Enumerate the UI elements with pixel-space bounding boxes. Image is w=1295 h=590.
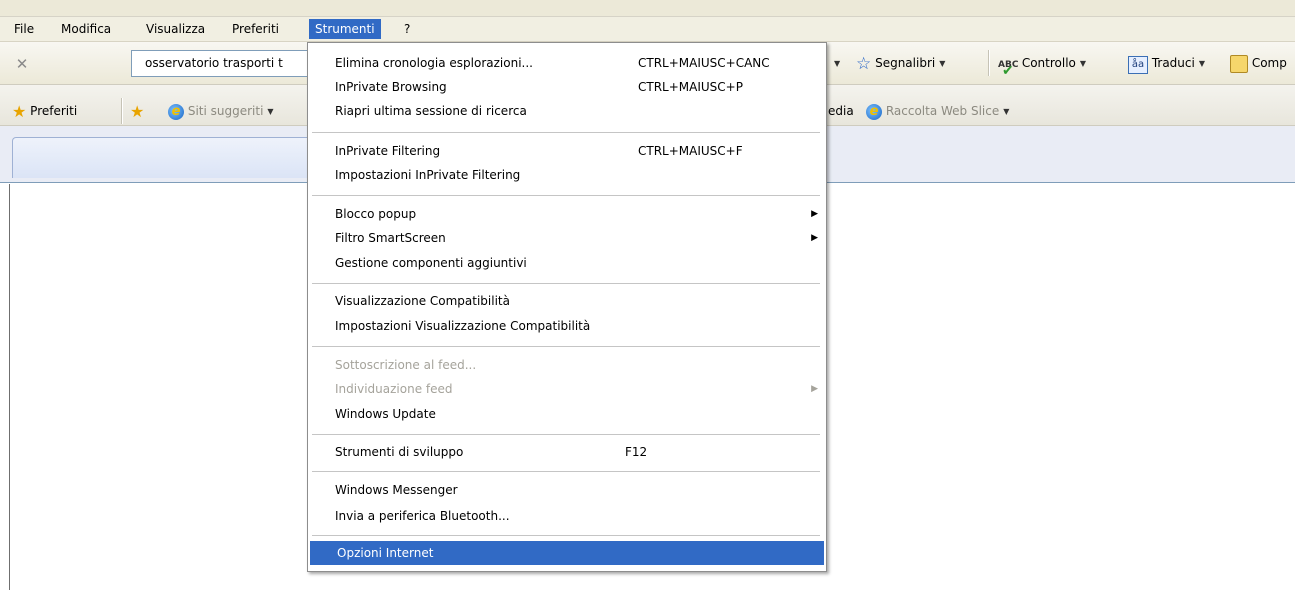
toolbar-separator	[988, 50, 990, 76]
content-left-border	[9, 184, 10, 590]
menu-separator	[312, 535, 820, 536]
menu-modifica[interactable]: Modifica	[55, 19, 117, 39]
menu-item-subscribe-feed: Sottoscrizione al feed...	[335, 358, 477, 372]
menu-item-delete-history[interactable]: Elimina cronologia esplorazioni... CTRL+…	[308, 51, 826, 75]
ie-logo-icon: e	[866, 104, 882, 120]
star-icon: ★	[12, 101, 27, 121]
submenu-arrow-icon: ▶	[811, 209, 818, 219]
suggested-sites-label: Siti suggeriti	[187, 104, 264, 118]
spellcheck-button[interactable]: ABC ✔ Controllo ▼	[998, 52, 1086, 79]
partial-favorite-label: edia	[828, 104, 854, 118]
menu-item-reopen-session[interactable]: Riapri ultima sessione di ricerca	[308, 99, 826, 123]
favorites-label: Preferiti	[30, 104, 78, 118]
spellcheck-label: Controllo	[1021, 56, 1076, 70]
menu-item-inprivate-filtering[interactable]: InPrivate Filtering CTRL+MAIUSC+F	[308, 139, 826, 163]
menu-separator	[312, 132, 820, 133]
menu-file[interactable]: File	[8, 19, 40, 39]
browser-tab[interactable]	[12, 137, 314, 178]
menu-item-popup-blocker[interactable]: Blocco popup ▶	[308, 202, 826, 226]
ie-logo-icon: e	[168, 104, 184, 120]
spellcheck-icon: ABC ✔	[998, 60, 1019, 79]
web-slice-partial-item[interactable]: edia	[828, 100, 854, 122]
menu-preferiti[interactable]: Preferiti	[226, 19, 285, 39]
menu-item-windows-messenger[interactable]: Windows Messenger	[308, 478, 826, 502]
translate-button[interactable]: åa Traduci ▼	[1128, 52, 1205, 74]
submenu-arrow-icon: ▶	[811, 233, 818, 243]
close-icon[interactable]: ✕	[12, 54, 32, 74]
menu-item-bluetooth-send[interactable]: Invia a periferica Bluetooth...	[308, 504, 826, 528]
compile-icon	[1230, 54, 1248, 73]
menu-item-compatibility-view[interactable]: Visualizzazione Compatibilità	[308, 289, 826, 313]
translate-icon: åa	[1128, 56, 1148, 74]
menu-separator	[312, 346, 820, 347]
tools-menu: Elimina cronologia esplorazioni... CTRL+…	[307, 42, 827, 572]
menu-separator	[312, 283, 820, 284]
submenu-arrow-icon: ▶	[811, 384, 818, 394]
menu-bar: File Modifica Visualizza Preferiti Strum…	[0, 17, 1295, 42]
menu-separator	[312, 434, 820, 435]
menu-separator	[312, 195, 820, 196]
menu-help[interactable]: ?	[398, 19, 416, 39]
web-slice-label: Raccolta Web Slice	[885, 104, 1000, 118]
menu-item-smartscreen-filter[interactable]: Filtro SmartScreen ▶	[308, 226, 826, 250]
menu-item-windows-update[interactable]: Windows Update	[308, 402, 826, 426]
favorites-button[interactable]: ★ Preferiti	[12, 100, 77, 122]
menu-item-inprivate-browsing[interactable]: InPrivate Browsing CTRL+MAIUSC+P	[308, 75, 826, 99]
favorites-separator	[121, 98, 123, 124]
menu-item-manage-addons[interactable]: Gestione componenti aggiuntivi	[308, 251, 826, 275]
menu-separator	[312, 471, 820, 472]
menu-visualizza[interactable]: Visualizza	[140, 19, 211, 39]
add-favorite-star-icon: ★	[130, 101, 145, 121]
compile-label: Comp	[1251, 56, 1287, 70]
add-favorite-button[interactable]: ★	[130, 100, 144, 122]
menu-item-internet-options[interactable]: Opzioni Internet	[310, 541, 824, 565]
web-slice-gallery-button[interactable]: e Raccolta Web Slice ▼	[866, 100, 1009, 122]
menu-item-compatibility-view-settings[interactable]: Impostazioni Visualizzazione Compatibili…	[308, 314, 826, 338]
menu-strumenti[interactable]: Strumenti	[309, 19, 381, 39]
bookmarks-label: Segnalibri	[875, 56, 936, 70]
compile-button[interactable]: Comp	[1230, 52, 1287, 74]
menu-item-developer-tools[interactable]: Strumenti di sviluppo F12	[308, 440, 826, 464]
toolbar-dropdown-arrow[interactable]: ▼	[830, 52, 840, 74]
translate-label: Traduci	[1151, 56, 1195, 70]
search-input-value: osservatorio trasporti t	[145, 56, 283, 70]
suggested-sites-button[interactable]: e Siti suggeriti ▼	[168, 100, 274, 122]
menu-item-inprivate-filtering-settings[interactable]: Impostazioni InPrivate Filtering	[308, 163, 826, 187]
window-top-strip	[0, 0, 1295, 17]
bookmarks-button[interactable]: ☆ Segnalibri ▼	[856, 52, 945, 74]
menu-item-feed-discovery: Individuazione feed ▶	[308, 377, 826, 401]
star-outline-icon: ☆	[856, 53, 872, 74]
